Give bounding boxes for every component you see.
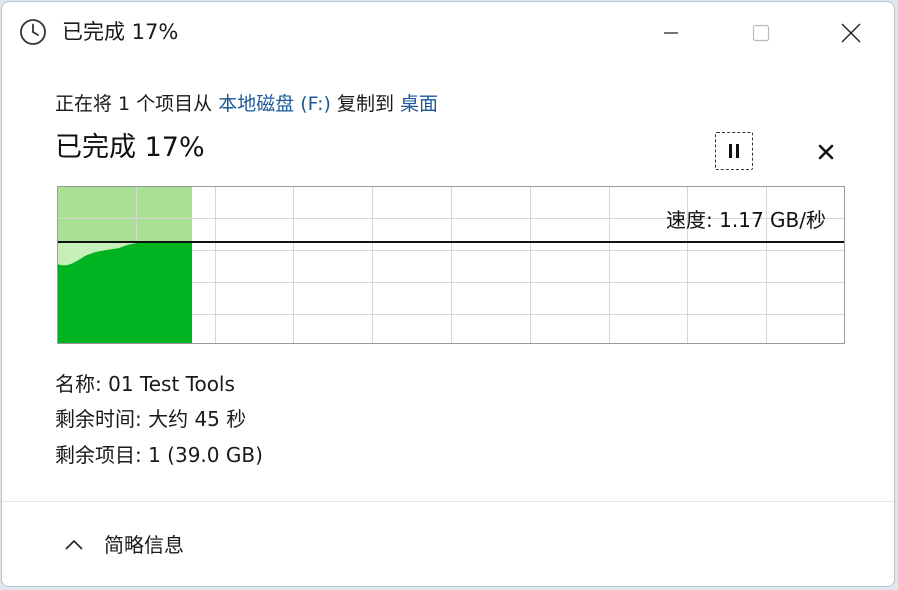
minimize-icon xyxy=(664,32,678,34)
window-title: 已完成 17% xyxy=(62,20,179,44)
copy-prefix: 正在将 1 个项目从 xyxy=(55,93,219,115)
copy-progress-dialog: 已完成 17% 正在将 1 个项目从 本地磁盘 (F:) 复制到 桌面 已完成 … xyxy=(1,1,895,587)
copy-middle: 复制到 xyxy=(330,93,401,115)
items-remaining: 剩余项目: 1 (39.0 GB) xyxy=(55,443,263,467)
cancel-button[interactable] xyxy=(810,136,842,168)
pause-button[interactable] xyxy=(715,132,753,170)
copy-description: 正在将 1 个项目从 本地磁盘 (F:) 复制到 桌面 xyxy=(55,90,438,118)
maximize-icon xyxy=(752,24,770,42)
fewer-details-toggle[interactable]: 简略信息 xyxy=(62,531,184,559)
chevron-up-icon xyxy=(65,539,83,550)
destination-link[interactable]: 桌面 xyxy=(400,93,438,115)
minimize-button[interactable] xyxy=(626,2,716,64)
pause-icon xyxy=(729,144,739,158)
time-remaining: 剩余时间: 大约 45 秒 xyxy=(55,407,247,431)
cancel-icon xyxy=(818,144,834,160)
maximize-button[interactable] xyxy=(716,2,806,64)
fewer-details-label: 简略信息 xyxy=(104,533,184,557)
close-icon xyxy=(841,23,861,43)
file-name: 名称: 01 Test Tools xyxy=(55,372,235,396)
progress-status: 已完成 17% xyxy=(55,132,205,163)
title-bar: 已完成 17% xyxy=(2,2,894,64)
footer: 简略信息 xyxy=(2,502,894,586)
close-window-button[interactable] xyxy=(806,2,894,64)
speed-label: 速度: 1.17 GB/秒 xyxy=(666,208,826,232)
clock-icon xyxy=(20,19,46,45)
source-link[interactable]: 本地磁盘 (F:) xyxy=(218,93,331,115)
